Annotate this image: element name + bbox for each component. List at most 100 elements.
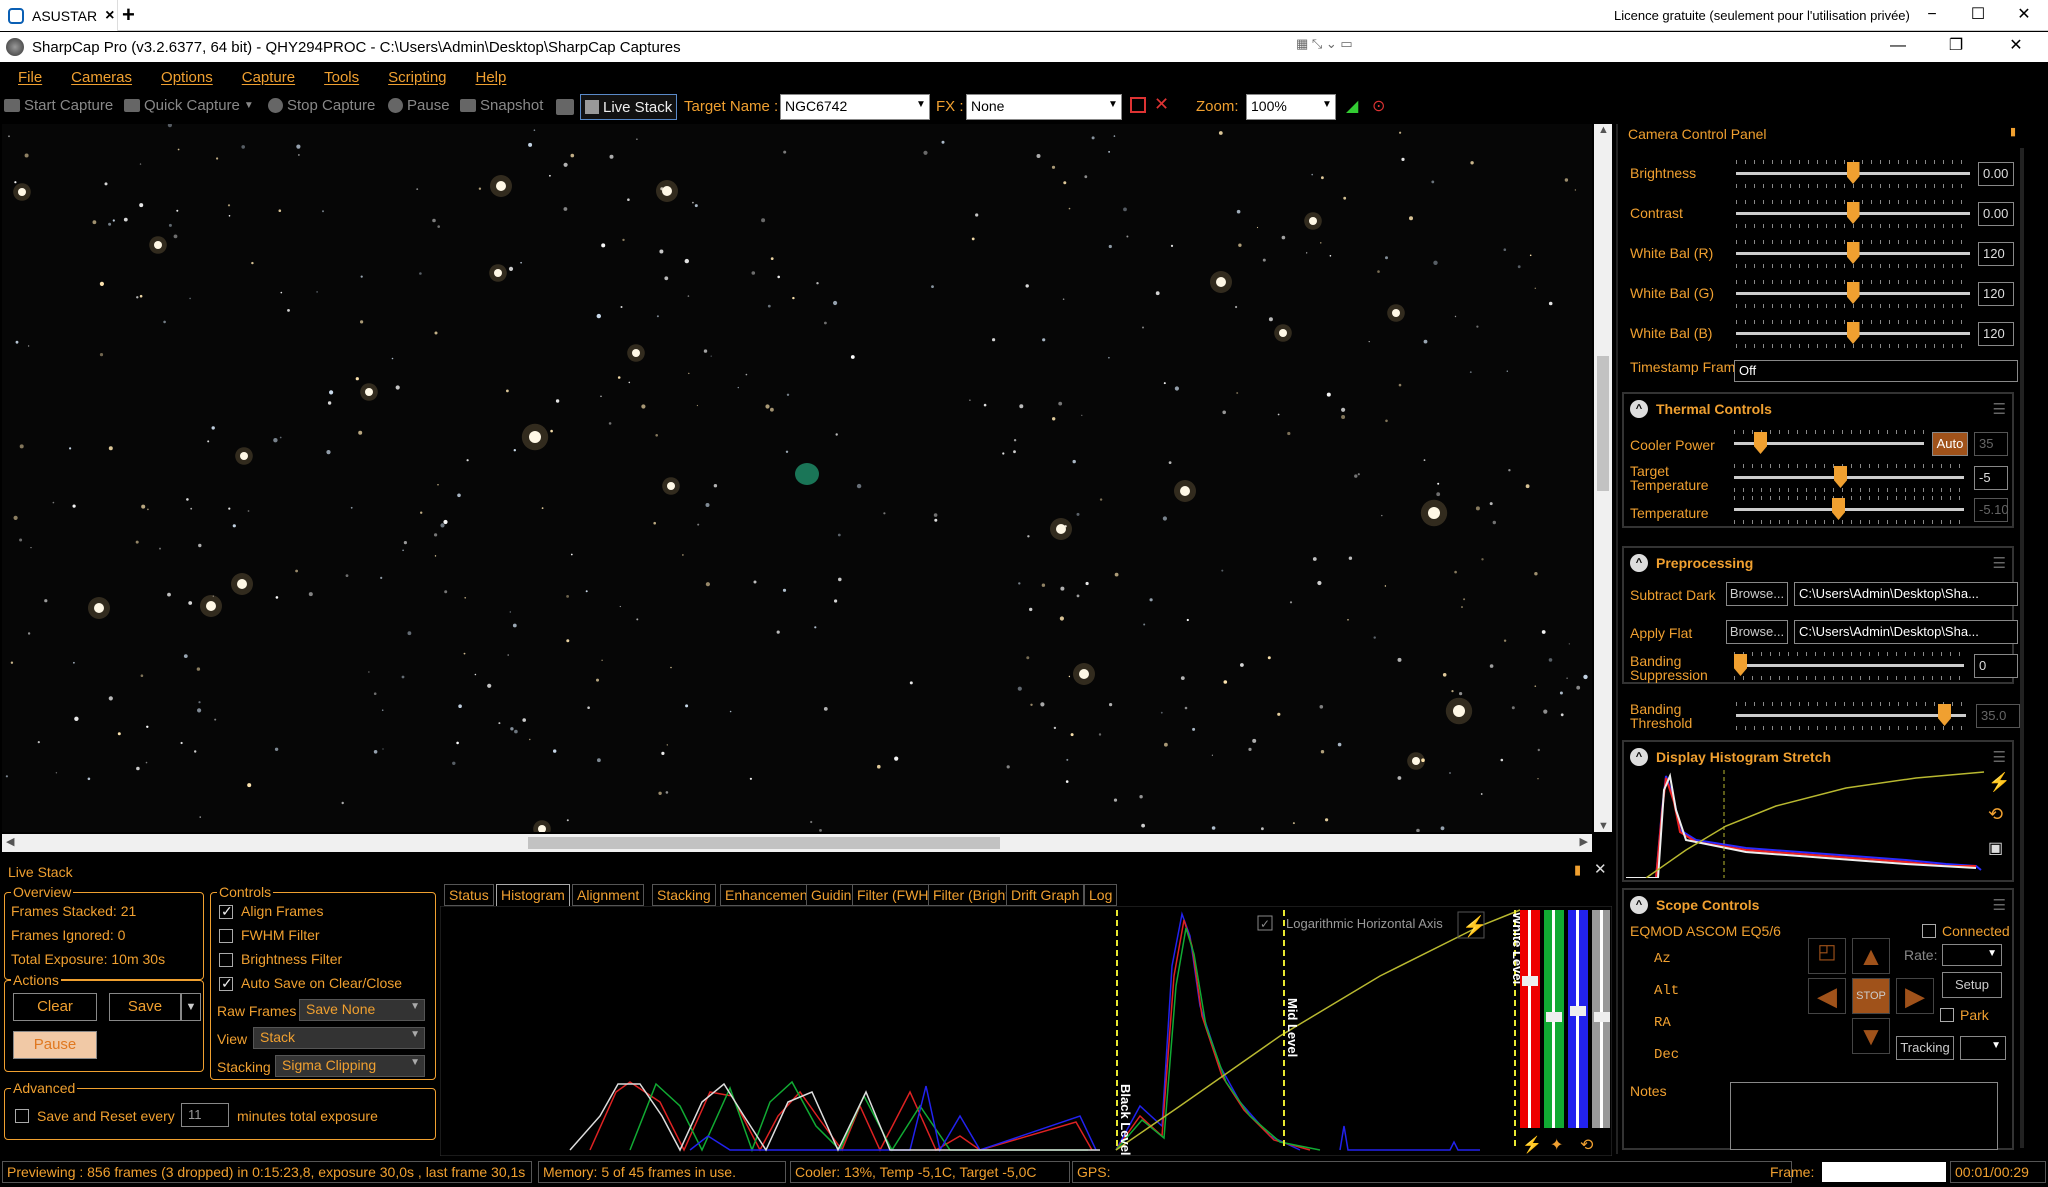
scroll-down-icon[interactable]: ▼: [1598, 820, 1609, 832]
fwhm-filter-checkbox[interactable]: [219, 929, 233, 943]
image-control-value[interactable]: 120: [1978, 242, 2014, 266]
image-control-slider[interactable]: [1736, 280, 1970, 308]
chevron-down-icon[interactable]: ▼: [1108, 99, 1118, 110]
close-icon[interactable]: ×: [105, 7, 114, 25]
tracking-select[interactable]: ▼: [1960, 1036, 2006, 1060]
setup-button[interactable]: Setup: [1942, 972, 2002, 998]
goto-icon[interactable]: ◰: [1808, 938, 1846, 974]
live-stack-button[interactable]: Live Stack: [580, 94, 678, 120]
save-button[interactable]: Save: [109, 993, 181, 1021]
flat-path-select[interactable]: C:\Users\Admin\Desktop\Sha...: [1794, 620, 2018, 644]
menu-icon[interactable]: ☰: [1993, 748, 2006, 766]
thermal-header[interactable]: ^ Thermal Controls: [1630, 400, 1772, 418]
crosshair-icon[interactable]: ✕: [1154, 94, 1169, 115]
remote-close-button[interactable]: ✕: [2006, 3, 2042, 27]
chevron-down-icon[interactable]: ▼: [244, 100, 254, 111]
collapse-icon[interactable]: ^: [1630, 748, 1648, 766]
tab-stacking[interactable]: Stacking: [652, 884, 716, 906]
horizontal-scrollbar[interactable]: ◀ ▶: [2, 834, 1592, 852]
snapshot-button[interactable]: Snapshot: [460, 97, 543, 114]
pin-icon[interactable]: ▮: [1574, 862, 1581, 878]
minimize-button[interactable]: —: [1880, 34, 1916, 58]
auto-stretch-icon[interactable]: ⚡: [1988, 772, 2010, 796]
pause-stack-button[interactable]: Pause: [13, 1031, 97, 1059]
menu-help[interactable]: Help: [476, 69, 507, 86]
tab-status[interactable]: Status: [444, 884, 494, 906]
pin-icon[interactable]: ▮: [2010, 125, 2016, 138]
target-temperature-value[interactable]: -5: [1974, 466, 2008, 490]
menu-cameras[interactable]: Cameras: [71, 69, 132, 86]
fx-select[interactable]: None: [966, 94, 1122, 120]
start-capture-button[interactable]: Start Capture: [4, 97, 113, 114]
roi-icon[interactable]: [1130, 97, 1146, 113]
west-arrow-icon[interactable]: ◀: [1808, 978, 1846, 1014]
menu-tools[interactable]: Tools: [324, 69, 359, 86]
park-checkbox[interactable]: [1940, 1008, 1954, 1022]
preprocessing-header[interactable]: ^ Preprocessing: [1630, 554, 1753, 572]
zoom-icon[interactable]: ⊙: [1372, 96, 1385, 116]
histogram-stretch-header[interactable]: ^ Display Histogram Stretch: [1630, 748, 1831, 766]
banding-threshold-slider[interactable]: [1736, 702, 1966, 730]
image-control-slider[interactable]: [1736, 240, 1970, 268]
banding-suppression-slider[interactable]: [1734, 652, 1964, 680]
rate-select[interactable]: ▼: [1942, 944, 2002, 966]
tracking-button[interactable]: Tracking: [1896, 1036, 1954, 1060]
connected-checkbox[interactable]: [1922, 924, 1936, 938]
tab-histogram[interactable]: Histogram: [496, 884, 570, 906]
rgb-level-sliders[interactable]: ⚡ ✦ ⟲: [1516, 906, 1612, 1156]
histogram-stretch-graph[interactable]: [1626, 770, 1986, 878]
collapse-icon[interactable]: ^: [1630, 400, 1648, 418]
display-settings-icon[interactable]: [556, 99, 574, 115]
target-temperature-slider[interactable]: [1734, 464, 1964, 492]
tab-log[interactable]: Log: [1084, 884, 1118, 906]
stop-capture-button[interactable]: Stop Capture: [268, 97, 375, 114]
menu-options[interactable]: Options: [161, 69, 213, 86]
minutes-stepper[interactable]: 11: [181, 1103, 229, 1127]
menu-icon[interactable]: ☰: [1993, 554, 2006, 572]
image-control-slider[interactable]: [1736, 320, 1970, 348]
image-control-value[interactable]: 0.00: [1978, 162, 2014, 186]
window-close-button[interactable]: ✕: [1998, 34, 2034, 58]
save-reset-checkbox[interactable]: [15, 1109, 29, 1123]
stop-button[interactable]: STOP: [1852, 978, 1890, 1014]
auto-stretch-icon[interactable]: ⚡: [1522, 1135, 1542, 1154]
new-tab-button[interactable]: +: [122, 2, 135, 28]
panel-scrollbar[interactable]: [2020, 148, 2024, 1148]
image-control-value[interactable]: 120: [1978, 282, 2014, 306]
camera-preview[interactable]: [2, 124, 1592, 832]
image-control-slider[interactable]: [1736, 200, 1970, 228]
image-control-value[interactable]: 120: [1978, 322, 2014, 346]
browse-flat-button[interactable]: Browse...: [1726, 620, 1788, 644]
align-frames-checkbox[interactable]: [219, 903, 233, 920]
clear-button[interactable]: Clear: [13, 993, 97, 1021]
menu-capture[interactable]: Capture: [242, 69, 295, 86]
browse-dark-button[interactable]: Browse...: [1726, 582, 1788, 606]
chevron-down-icon[interactable]: ▼: [916, 99, 926, 110]
pause-button[interactable]: Pause: [388, 97, 450, 114]
star-icon[interactable]: ✦: [1550, 1137, 1563, 1154]
view-select[interactable]: Stack ▼: [253, 1027, 425, 1049]
brightness-filter-checkbox[interactable]: [219, 953, 233, 967]
vertical-scrollbar[interactable]: ▲ ▼: [1594, 124, 1612, 832]
tab-enhancement[interactable]: Enhancement: [720, 884, 817, 906]
auto-stretch-icon[interactable]: ⚡: [1462, 914, 1487, 938]
image-control-slider[interactable]: [1736, 160, 1970, 188]
close-icon[interactable]: ✕: [1594, 860, 1607, 878]
target-name-input[interactable]: NGC6742: [780, 94, 930, 120]
quick-capture-button[interactable]: Quick Capture ▼: [124, 97, 254, 114]
save-dropdown-button[interactable]: ▼: [181, 993, 201, 1021]
scroll-right-icon[interactable]: ▶: [1580, 835, 1588, 848]
save-icon[interactable]: ▣: [1988, 838, 2010, 862]
banding-suppression-value[interactable]: 0: [1974, 654, 2018, 678]
collapse-icon[interactable]: ^: [1630, 554, 1648, 572]
south-arrow-icon[interactable]: ▼: [1852, 1018, 1890, 1054]
reset-icon[interactable]: ⟲: [1988, 804, 2010, 828]
tab-drift-graph[interactable]: Drift Graph: [1006, 884, 1085, 906]
remote-minimize-button[interactable]: −: [1914, 3, 1950, 27]
menu-file[interactable]: File: [18, 69, 42, 86]
remote-toolbar-icon[interactable]: ▦ ⤡ ⌄ ▭: [1296, 36, 1354, 56]
remote-tab[interactable]: ASUSTAR ×: [0, 0, 118, 31]
menu-scripting[interactable]: Scripting: [388, 69, 446, 86]
scope-header[interactable]: ^ Scope Controls: [1630, 896, 1759, 914]
collapse-icon[interactable]: ^: [1630, 896, 1648, 914]
